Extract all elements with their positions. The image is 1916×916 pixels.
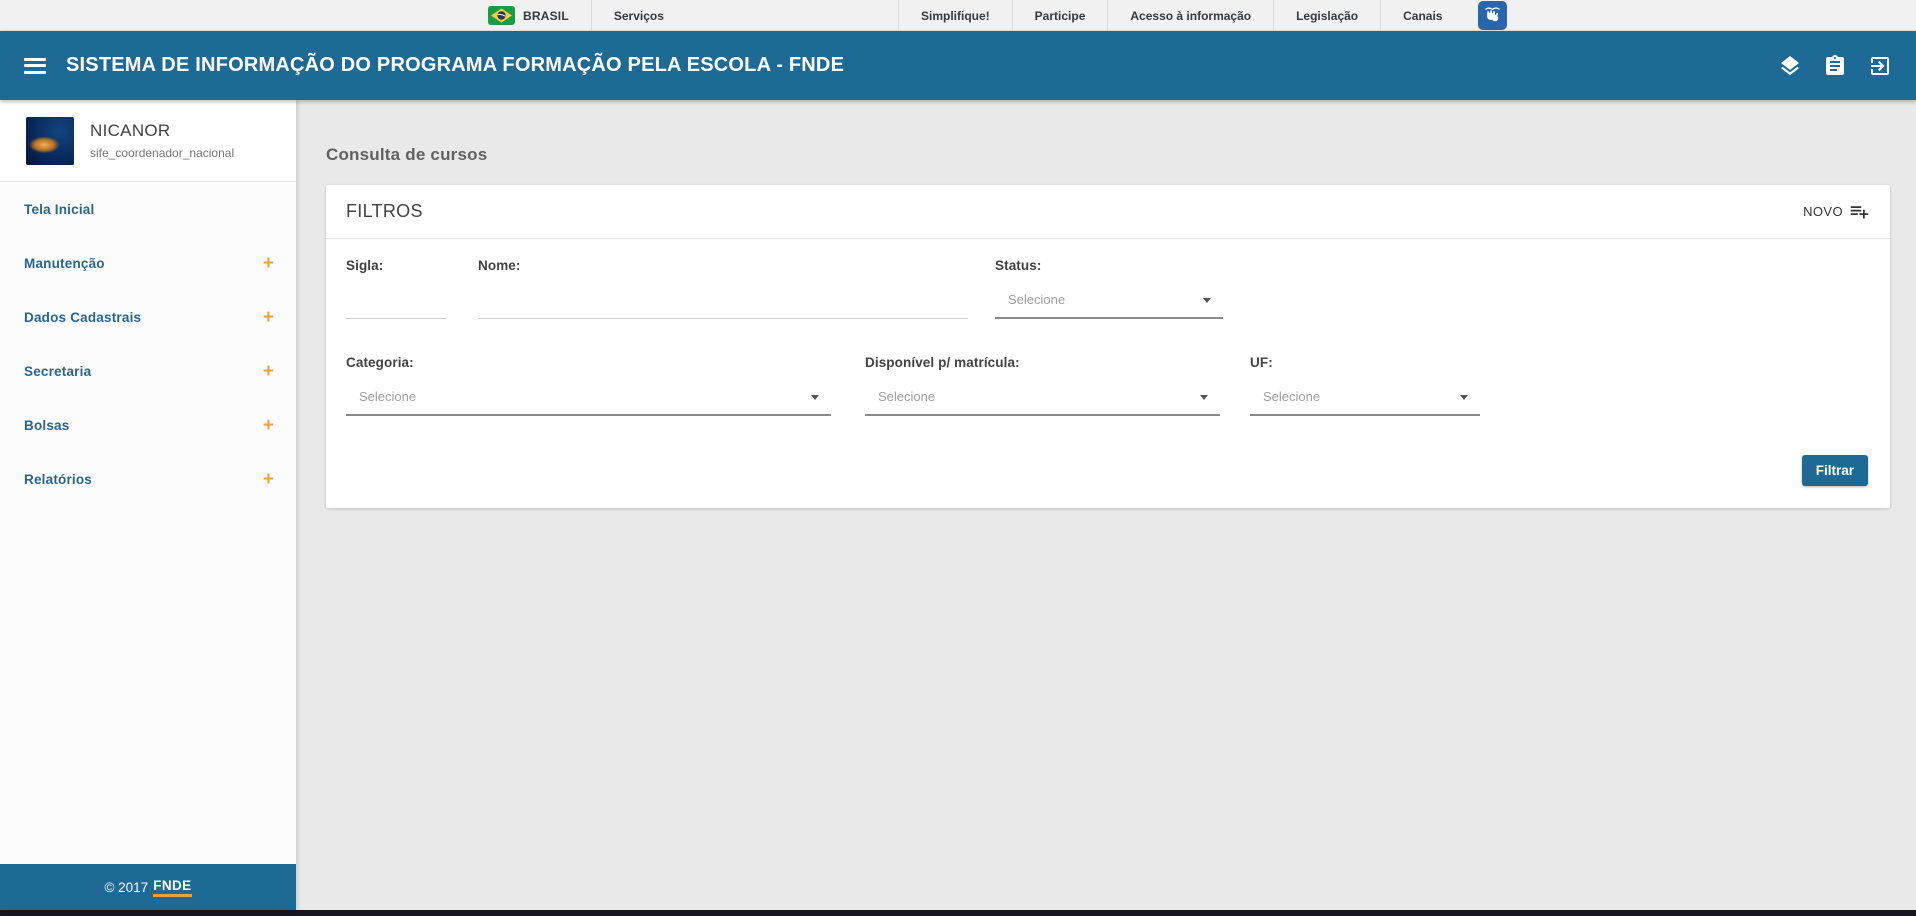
nome-input[interactable] (478, 282, 968, 319)
user-role: sife_coordenador_nacional (90, 146, 235, 160)
main-content: Consulta de cursos FILTROS NOVO Sigla: N… (296, 100, 1916, 910)
categoria-label: Categoria: (346, 355, 414, 370)
menu-hamburger-icon[interactable] (24, 57, 46, 74)
bottom-strip (0, 910, 1916, 916)
status-select[interactable]: Selecione (995, 282, 1223, 319)
brasil-brand[interactable]: BRASIL (488, 0, 591, 31)
sidebar-footer: © 2017 FNDE (0, 864, 296, 910)
expand-plus-icon: + (262, 306, 274, 328)
disponivel-placeholder: Selecione (878, 389, 936, 404)
gov-link-servicos[interactable]: Serviços (590, 0, 686, 31)
status-placeholder: Selecione (1008, 292, 1066, 307)
vlibras-accessibility-icon[interactable] (1478, 1, 1508, 30)
gov-link-simplifique[interactable]: Simplifique! (898, 0, 1012, 31)
page-title: Consulta de cursos (326, 145, 488, 164)
filters-title: FILTROS (346, 201, 423, 221)
assignment-icon[interactable] (1823, 54, 1847, 78)
gov-link-participe[interactable]: Participe (1011, 0, 1108, 31)
sidebar-item-dados-cadastrais[interactable]: Dados Cadastrais + (0, 290, 296, 344)
filtrar-button[interactable]: Filtrar (1801, 455, 1868, 486)
app-header: SISTEMA DE INFORMAÇÃO DO PROGRAMA FORMAÇ… (0, 31, 1916, 100)
copyright-text: © 2017 (104, 879, 149, 895)
layers-icon[interactable] (1778, 54, 1802, 78)
government-bar: BRASIL Serviços Simplifique! Participe A… (0, 0, 1916, 31)
sidebar-item-bolsas[interactable]: Bolsas + (0, 398, 296, 452)
user-avatar (26, 116, 74, 165)
nome-label: Nome: (478, 258, 521, 273)
sidebar-item-secretaria[interactable]: Secretaria + (0, 344, 296, 398)
uf-select[interactable]: Selecione (1250, 379, 1480, 416)
sigla-label: Sigla: (346, 258, 384, 273)
brazil-flag-icon (488, 6, 515, 25)
sidebar: NICANOR sife_coordenador_nacional Tela I… (0, 100, 296, 910)
user-name: NICANOR (90, 121, 171, 140)
dropdown-arrow-icon (1460, 395, 1468, 400)
sidebar-menu: Tela Inicial Manutenção + Dados Cadastra… (0, 182, 296, 506)
user-panel: NICANOR sife_coordenador_nacional (0, 100, 296, 182)
dropdown-arrow-icon (1203, 298, 1211, 303)
status-label: Status: (995, 258, 1042, 273)
sidebar-item-tela-inicial[interactable]: Tela Inicial (0, 182, 296, 236)
categoria-placeholder: Selecione (359, 389, 417, 404)
sigla-input[interactable] (346, 282, 446, 319)
sidebar-item-manutencao[interactable]: Manutenção + (0, 236, 296, 290)
new-course-label: NOVO (1803, 204, 1843, 219)
brasil-label: BRASIL (523, 8, 569, 23)
expand-plus-icon: + (262, 252, 274, 274)
uf-placeholder: Selecione (1263, 389, 1321, 404)
disponivel-label: Disponível p/ matrícula: (865, 355, 1020, 370)
filters-card: FILTROS NOVO Sigla: Nome: Status: Seleci… (326, 185, 1890, 508)
new-course-button[interactable]: NOVO (1803, 201, 1870, 222)
logout-icon[interactable] (1868, 54, 1892, 78)
filters-form: Sigla: Nome: Status: Selecione Categoria… (326, 239, 1890, 417)
playlist-add-icon (1850, 206, 1869, 219)
uf-label: UF: (1250, 355, 1273, 370)
gov-link-legislacao[interactable]: Legislação (1273, 0, 1380, 31)
dropdown-arrow-icon (1200, 395, 1208, 400)
sidebar-item-relatorios[interactable]: Relatórios + (0, 452, 296, 506)
app-title: SISTEMA DE INFORMAÇÃO DO PROGRAMA FORMAÇ… (66, 54, 845, 76)
filters-card-header: FILTROS NOVO (326, 185, 1890, 239)
gov-link-acesso-informacao[interactable]: Acesso à informação (1107, 0, 1273, 31)
disponivel-select[interactable]: Selecione (865, 379, 1220, 416)
expand-plus-icon: + (262, 468, 274, 490)
expand-plus-icon: + (262, 360, 274, 382)
expand-plus-icon: + (262, 414, 274, 436)
categoria-select[interactable]: Selecione (346, 379, 831, 416)
dropdown-arrow-icon (811, 395, 819, 400)
gov-link-canais[interactable]: Canais (1380, 0, 1464, 31)
fnde-link[interactable]: FNDE (153, 878, 192, 897)
